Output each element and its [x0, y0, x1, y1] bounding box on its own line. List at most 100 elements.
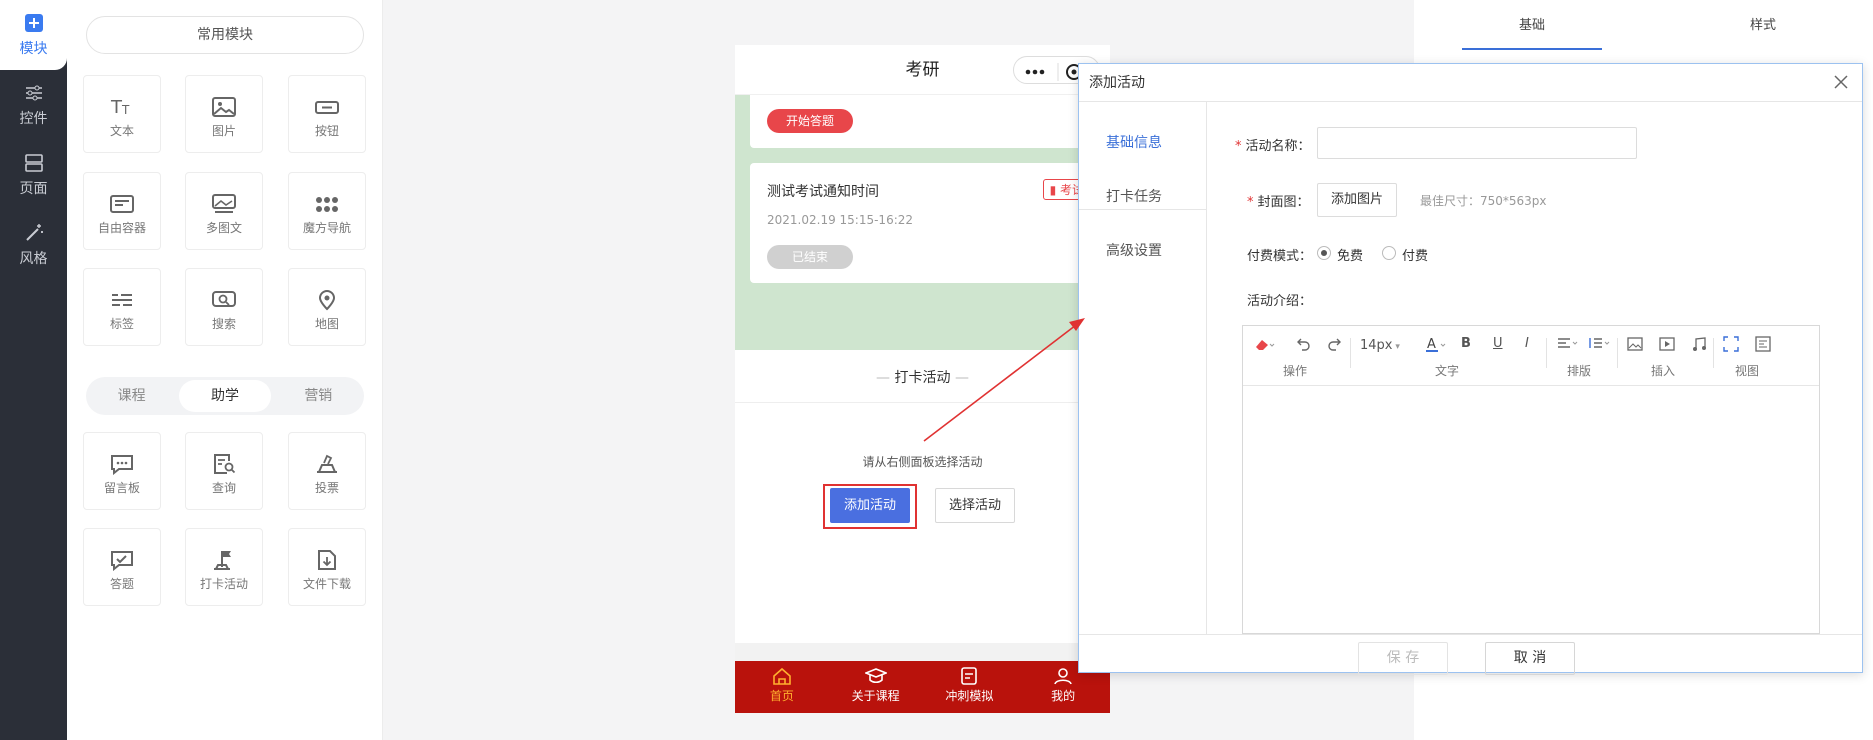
tab-style[interactable]: 样式	[1750, 14, 1776, 33]
close-icon[interactable]	[1832, 73, 1850, 91]
module-button[interactable]: 按钮	[288, 75, 366, 153]
toolbar-divider	[1617, 338, 1618, 368]
tag-icon	[112, 294, 132, 306]
radio-paid[interactable]	[1382, 246, 1396, 260]
cover-label: * 封面图：	[1247, 195, 1310, 210]
tabbar-item-mock[interactable]: 冲刺模拟	[923, 661, 1017, 713]
module-file-download[interactable]: 文件下载	[288, 528, 366, 606]
module-message-board[interactable]: 留言板	[83, 432, 161, 510]
toolbar-divider	[1713, 338, 1714, 368]
module-answer[interactable]: 答题	[83, 528, 161, 606]
cancel-button[interactable]: 取 消	[1485, 642, 1575, 675]
module-query[interactable]: 查询	[185, 432, 263, 510]
font-color-icon[interactable]: A	[1425, 336, 1447, 358]
group-label-view: 视图	[1735, 364, 1760, 378]
user-icon	[1054, 668, 1072, 685]
font-size-select[interactable]: 14px ▾	[1360, 338, 1400, 353]
activity-name-label: * 活动名称：	[1235, 139, 1311, 154]
nav-label: 页面	[19, 181, 48, 197]
nav-label: 控件	[19, 111, 48, 127]
module-search[interactable]: 搜索	[185, 268, 263, 346]
phone-preview: 考研 开始答题 测试考试通知时间 ▮ 考试 2021.02.19 15:15-1…	[735, 45, 1110, 713]
nav-item-style[interactable]: 风格	[0, 210, 67, 280]
sidebar-item-checkin-tasks[interactable]: 打卡任务	[1106, 186, 1162, 206]
line-height-icon[interactable]	[1588, 336, 1612, 356]
magic-wand-icon	[25, 224, 43, 241]
document-icon	[961, 667, 978, 685]
align-icon[interactable]	[1556, 336, 1580, 356]
check-in-icon	[214, 551, 231, 570]
module-tag[interactable]: 标签	[83, 268, 161, 346]
text-icon: TT	[110, 97, 130, 118]
tabbar-item-about[interactable]: 关于课程	[829, 661, 923, 713]
group-label-actions: 操作	[1283, 364, 1308, 378]
source-code-icon[interactable]	[1755, 336, 1771, 356]
italic-icon[interactable]: I	[1525, 336, 1529, 351]
module-cube-nav[interactable]: 魔方导航	[288, 172, 366, 250]
phone-title: 考研	[905, 60, 940, 80]
rich-text-editor[interactable]: 14px ▾ A B U I 操作 文字 排版 插入 视图	[1242, 325, 1820, 634]
nav-item-controls[interactable]: 控件	[0, 70, 67, 140]
button-icon	[315, 101, 339, 114]
tabbar-item-home[interactable]: 首页	[735, 661, 829, 713]
tab-marketing[interactable]: 营销	[273, 380, 364, 412]
tab-courses[interactable]: 课程	[86, 380, 177, 412]
insert-image-icon[interactable]	[1627, 336, 1643, 356]
search-icon	[212, 291, 236, 307]
module-container[interactable]: 自由容器	[83, 172, 161, 250]
nav-item-pages[interactable]: 页面	[0, 140, 67, 210]
module-vote[interactable]: 投票	[288, 432, 366, 510]
exam-card: 开始答题	[750, 95, 1095, 148]
select-activity-button[interactable]: 选择活动	[935, 488, 1015, 523]
sidebar-item-advanced[interactable]: 高级设置	[1106, 240, 1162, 260]
dialog-footer: 保 存 取 消	[1079, 634, 1862, 675]
exam-notice-card[interactable]: 测试考试通知时间 ▮ 考试 2021.02.19 15:15-16:22 已结束	[750, 163, 1095, 283]
tab-basic[interactable]: 基础	[1519, 14, 1545, 33]
save-button[interactable]: 保 存	[1358, 642, 1448, 675]
vote-icon	[317, 454, 337, 473]
nav-label: 风格	[19, 251, 48, 267]
sliders-icon	[25, 85, 42, 101]
module-category-tabs: 课程 助学 营销	[86, 377, 364, 415]
left-nav: 模块 控件 页面 风格	[0, 0, 67, 740]
add-image-button[interactable]: 添加图片	[1317, 183, 1397, 217]
svg-text:A: A	[1427, 337, 1436, 352]
pay-mode-label: 付费模式：	[1247, 249, 1313, 264]
insert-video-icon[interactable]	[1659, 336, 1675, 356]
sidebar-item-basic-info[interactable]: 基础信息	[1106, 132, 1162, 152]
common-modules-button[interactable]: 常用模块	[86, 16, 364, 54]
module-image[interactable]: 图片	[185, 75, 263, 153]
plus-square-icon	[24, 14, 43, 32]
undo-icon[interactable]	[1295, 336, 1311, 356]
exam-date: 2021.02.19 15:15-16:22	[767, 213, 914, 227]
module-check-in[interactable]: 打卡活动	[185, 528, 263, 606]
underline-icon[interactable]: U	[1493, 336, 1503, 351]
module-multi-image-text[interactable]: 多图文	[185, 172, 263, 250]
start-answer-button[interactable]: 开始答题	[767, 109, 853, 133]
module-map[interactable]: 地图	[288, 268, 366, 346]
file-download-icon	[318, 550, 336, 570]
bold-icon[interactable]: B	[1461, 336, 1471, 351]
redo-icon[interactable]	[1327, 336, 1343, 356]
activity-name-input[interactable]	[1317, 127, 1637, 159]
insert-audio-icon[interactable]	[1691, 336, 1707, 356]
eraser-icon[interactable]	[1253, 336, 1275, 356]
layout-icon	[24, 154, 43, 172]
message-board-icon	[111, 455, 133, 475]
toolbar-divider	[1546, 338, 1547, 368]
radio-free[interactable]	[1317, 246, 1331, 260]
add-activity-button[interactable]: 添加活动	[830, 488, 910, 523]
query-icon	[214, 454, 236, 474]
multi-image-text-icon	[212, 194, 236, 213]
add-activity-dialog: 添加活动 基础信息 打卡任务 高级设置 * 活动名称： * 封面图： 添加图片 最佳…	[1078, 63, 1863, 675]
module-text[interactable]: TT 文本	[83, 75, 161, 153]
container-icon	[110, 195, 134, 213]
ended-status: 已结束	[767, 245, 853, 269]
tab-study-aid[interactable]: 助学	[179, 380, 271, 412]
toolbar-divider	[1350, 338, 1351, 368]
nav-item-modules[interactable]: 模块	[0, 0, 67, 70]
home-icon	[773, 667, 791, 685]
fullscreen-icon[interactable]	[1723, 336, 1739, 356]
group-label-text: 文字	[1435, 364, 1460, 378]
exam-card-title: 测试考试通知时间	[767, 184, 879, 200]
